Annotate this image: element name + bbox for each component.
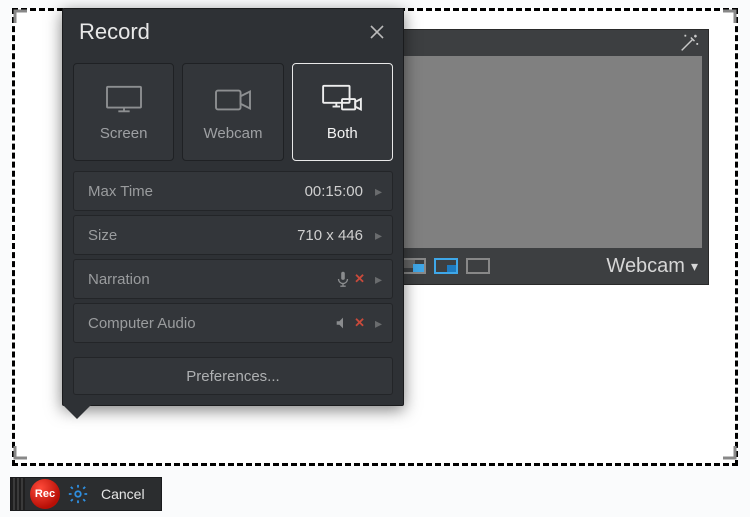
gear-icon: [67, 483, 89, 505]
webcam-preview-panel: Webcam ▾: [391, 29, 709, 285]
chevron-right-icon: ▸: [375, 227, 382, 244]
max-time-label: Max Time: [88, 183, 305, 200]
webcam-source-dropdown[interactable]: Webcam ▾: [606, 255, 698, 278]
corner-bracket-br-icon: [705, 428, 737, 460]
layout-option-overlay[interactable]: [402, 258, 426, 274]
source-screen-label: Screen: [100, 125, 148, 142]
popover-title: Record: [79, 19, 150, 45]
disabled-x-icon: ✕: [354, 315, 365, 331]
record-label: Rec: [35, 488, 55, 500]
corner-bracket-tl-icon: [13, 9, 45, 41]
layout-option-full[interactable]: [466, 258, 490, 274]
capture-toolbar: Rec Cancel: [10, 477, 162, 511]
cancel-button[interactable]: Cancel: [93, 486, 153, 502]
close-icon: [367, 22, 387, 42]
close-button[interactable]: [367, 22, 387, 42]
narration-label: Narration: [88, 271, 334, 288]
corner-bracket-tr-icon: [705, 9, 737, 41]
chevron-right-icon: ▸: [375, 183, 382, 200]
narration-row[interactable]: Narration ✕ ▸: [73, 259, 393, 299]
drag-grip-icon[interactable]: [11, 478, 25, 510]
screen-icon: [101, 83, 147, 117]
source-screen-button[interactable]: Screen: [73, 63, 174, 161]
webcam-icon: [210, 83, 256, 117]
source-webcam-button[interactable]: Webcam: [182, 63, 283, 161]
preferences-label: Preferences...: [186, 368, 279, 385]
source-both-label: Both: [327, 125, 358, 142]
preferences-button[interactable]: Preferences...: [73, 357, 393, 395]
computer-audio-label: Computer Audio: [88, 315, 334, 332]
disabled-x-icon: ✕: [354, 271, 365, 287]
max-time-value: 00:15:00: [305, 183, 363, 200]
chevron-right-icon: ▸: [375, 315, 382, 332]
record-button[interactable]: Rec: [27, 479, 63, 509]
source-both-button[interactable]: Both: [292, 63, 393, 161]
layout-option-pip[interactable]: [434, 258, 458, 274]
webcam-video-preview: [398, 56, 702, 248]
computer-audio-row[interactable]: Computer Audio ✕ ▸: [73, 303, 393, 343]
magic-wand-icon[interactable]: [678, 32, 700, 54]
speaker-icon: [334, 314, 352, 332]
screen-webcam-icon: [319, 83, 365, 117]
max-time-row[interactable]: Max Time 00:15:00 ▸: [73, 171, 393, 211]
size-value: 710 x 446: [297, 227, 363, 244]
size-row[interactable]: Size 710 x 446 ▸: [73, 215, 393, 255]
settings-button[interactable]: [63, 479, 93, 509]
microphone-icon: [334, 270, 352, 288]
webcam-source-label: Webcam: [606, 255, 685, 278]
source-webcam-label: Webcam: [204, 125, 263, 142]
caret-down-icon: ▾: [691, 258, 698, 275]
record-popover: Record Screen Webcam Both Max Ti: [62, 8, 404, 406]
cancel-label: Cancel: [101, 486, 145, 502]
size-label: Size: [88, 227, 297, 244]
popover-arrow-icon: [63, 405, 91, 419]
corner-bracket-bl-icon: [13, 428, 45, 460]
chevron-right-icon: ▸: [375, 271, 382, 288]
